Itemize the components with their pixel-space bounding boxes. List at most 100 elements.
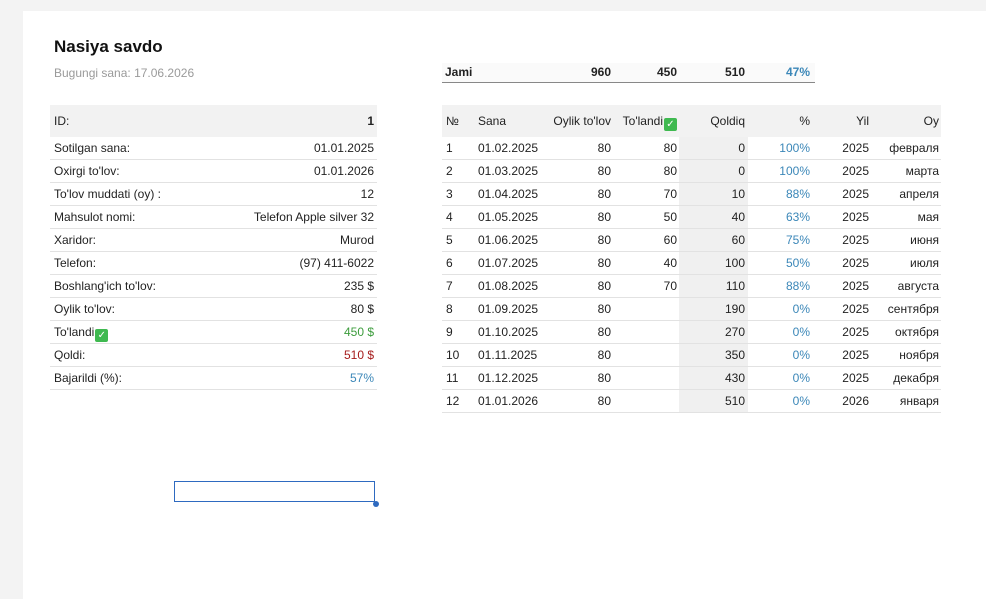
cell-monthly[interactable]: 80 [549, 321, 613, 343]
cell-percent[interactable]: 100% [748, 137, 812, 159]
table-row[interactable]: 6 01.07.2025 80 40 100 50% 2025 июля [442, 252, 941, 275]
col-header-no[interactable]: № [442, 105, 475, 137]
cell-year[interactable]: 2025 [812, 229, 871, 251]
cell-monthly[interactable]: 80 [549, 344, 613, 366]
cell-date[interactable]: 01.06.2025 [475, 229, 549, 251]
info-row[interactable]: Oylik to'lov: 80 $ [50, 298, 377, 321]
cell-date[interactable]: 01.04.2025 [475, 183, 549, 205]
cell-remaining[interactable]: 100 [679, 252, 748, 274]
info-row[interactable]: To'landi ✓ 450 $ [50, 321, 377, 344]
table-row[interactable]: 7 01.08.2025 80 70 110 88% 2025 августа [442, 275, 941, 298]
cell-month[interactable]: октября [871, 321, 941, 343]
cell-year[interactable]: 2025 [812, 252, 871, 274]
cell-month[interactable]: апреля [871, 183, 941, 205]
table-row[interactable]: 2 01.03.2025 80 80 0 100% 2025 марта [442, 160, 941, 183]
cell-month[interactable]: сентября [871, 298, 941, 320]
info-row[interactable]: To'lov muddati (oy) : 12 [50, 183, 377, 206]
cell-percent[interactable]: 0% [748, 298, 812, 320]
cell-month[interactable]: февраля [871, 137, 941, 159]
table-row[interactable]: 11 01.12.2025 80 430 0% 2025 декабря [442, 367, 941, 390]
info-row[interactable]: Telefon: (97) 411-6022 [50, 252, 377, 275]
cell-percent[interactable]: 63% [748, 206, 812, 228]
cell-paid[interactable]: 50 [613, 206, 679, 228]
table-row[interactable]: 10 01.11.2025 80 350 0% 2025 ноября [442, 344, 941, 367]
cell-paid[interactable]: 40 [613, 252, 679, 274]
cell-monthly[interactable]: 80 [549, 137, 613, 159]
table-row[interactable]: 9 01.10.2025 80 270 0% 2025 октября [442, 321, 941, 344]
cell-remaining[interactable]: 270 [679, 321, 748, 343]
cell-monthly[interactable]: 80 [549, 229, 613, 251]
cell-paid[interactable] [613, 321, 679, 343]
cell-no[interactable]: 5 [442, 229, 475, 251]
cell-percent[interactable]: 0% [748, 367, 812, 389]
table-row[interactable]: 1 01.02.2025 80 80 0 100% 2025 февраля [442, 137, 941, 160]
totals-row[interactable]: Jami 960 450 510 47% [442, 63, 815, 83]
cell-remaining[interactable]: 0 [679, 137, 748, 159]
info-row[interactable]: Boshlang'ich to'lov: 235 $ [50, 275, 377, 298]
cell-percent[interactable]: 75% [748, 229, 812, 251]
cell-date[interactable]: 01.12.2025 [475, 367, 549, 389]
cell-paid[interactable]: 70 [613, 183, 679, 205]
cell-year[interactable]: 2025 [812, 137, 871, 159]
cell-paid[interactable]: 70 [613, 275, 679, 297]
cell-monthly[interactable]: 80 [549, 298, 613, 320]
cell-remaining[interactable]: 110 [679, 275, 748, 297]
cell-year[interactable]: 2025 [812, 206, 871, 228]
info-row[interactable]: Bajarildi (%): 57% [50, 367, 377, 390]
cell-paid[interactable]: 60 [613, 229, 679, 251]
cell-date[interactable]: 01.11.2025 [475, 344, 549, 366]
cell-no[interactable]: 2 [442, 160, 475, 182]
cell-percent[interactable]: 100% [748, 160, 812, 182]
info-row[interactable]: Qoldi: 510 $ [50, 344, 377, 367]
cell-remaining[interactable]: 510 [679, 390, 748, 412]
cell-monthly[interactable]: 80 [549, 367, 613, 389]
info-row[interactable]: Sotilgan sana: 01.01.2025 [50, 137, 377, 160]
cell-remaining[interactable]: 60 [679, 229, 748, 251]
cell-monthly[interactable]: 80 [549, 160, 613, 182]
cell-monthly[interactable]: 80 [549, 183, 613, 205]
cell-no[interactable]: 9 [442, 321, 475, 343]
cell-remaining[interactable]: 190 [679, 298, 748, 320]
cell-monthly[interactable]: 80 [549, 206, 613, 228]
cell-year[interactable]: 2025 [812, 298, 871, 320]
cell-remaining[interactable]: 40 [679, 206, 748, 228]
cell-no[interactable]: 8 [442, 298, 475, 320]
cell-no[interactable]: 7 [442, 275, 475, 297]
cell-date[interactable]: 01.02.2025 [475, 137, 549, 159]
cell-date[interactable]: 01.10.2025 [475, 321, 549, 343]
cell-year[interactable]: 2025 [812, 344, 871, 366]
cell-paid[interactable] [613, 344, 679, 366]
cell-percent[interactable]: 0% [748, 321, 812, 343]
cell-month[interactable]: июня [871, 229, 941, 251]
cell-percent[interactable]: 0% [748, 344, 812, 366]
col-header-paid[interactable]: To'landi ✓ [613, 105, 679, 137]
cell-monthly[interactable]: 80 [549, 275, 613, 297]
cell-month[interactable]: декабря [871, 367, 941, 389]
col-header-date[interactable]: Sana [475, 105, 549, 137]
col-header-remaining[interactable]: Qoldiq [679, 105, 748, 137]
selected-cell[interactable] [174, 481, 375, 502]
cell-percent[interactable]: 50% [748, 252, 812, 274]
cell-paid[interactable]: 80 [613, 137, 679, 159]
col-header-month[interactable]: Oy [871, 105, 941, 137]
cell-year[interactable]: 2025 [812, 321, 871, 343]
cell-percent[interactable]: 0% [748, 390, 812, 412]
cell-month[interactable]: ноября [871, 344, 941, 366]
cell-monthly[interactable]: 80 [549, 252, 613, 274]
cell-no[interactable]: 6 [442, 252, 475, 274]
cell-month[interactable]: марта [871, 160, 941, 182]
cell-month[interactable]: мая [871, 206, 941, 228]
col-header-percent[interactable]: % [748, 105, 812, 137]
table-row[interactable]: 4 01.05.2025 80 50 40 63% 2025 мая [442, 206, 941, 229]
table-row[interactable]: 12 01.01.2026 80 510 0% 2026 января [442, 390, 941, 413]
cell-percent[interactable]: 88% [748, 275, 812, 297]
cell-year[interactable]: 2026 [812, 390, 871, 412]
info-row[interactable]: Xaridor: Murod [50, 229, 377, 252]
cell-date[interactable]: 01.03.2025 [475, 160, 549, 182]
cell-remaining[interactable]: 430 [679, 367, 748, 389]
info-row[interactable]: Oxirgi to'lov: 01.01.2026 [50, 160, 377, 183]
cell-remaining[interactable]: 0 [679, 160, 748, 182]
cell-paid[interactable] [613, 367, 679, 389]
cell-no[interactable]: 10 [442, 344, 475, 366]
table-row[interactable]: 5 01.06.2025 80 60 60 75% 2025 июня [442, 229, 941, 252]
